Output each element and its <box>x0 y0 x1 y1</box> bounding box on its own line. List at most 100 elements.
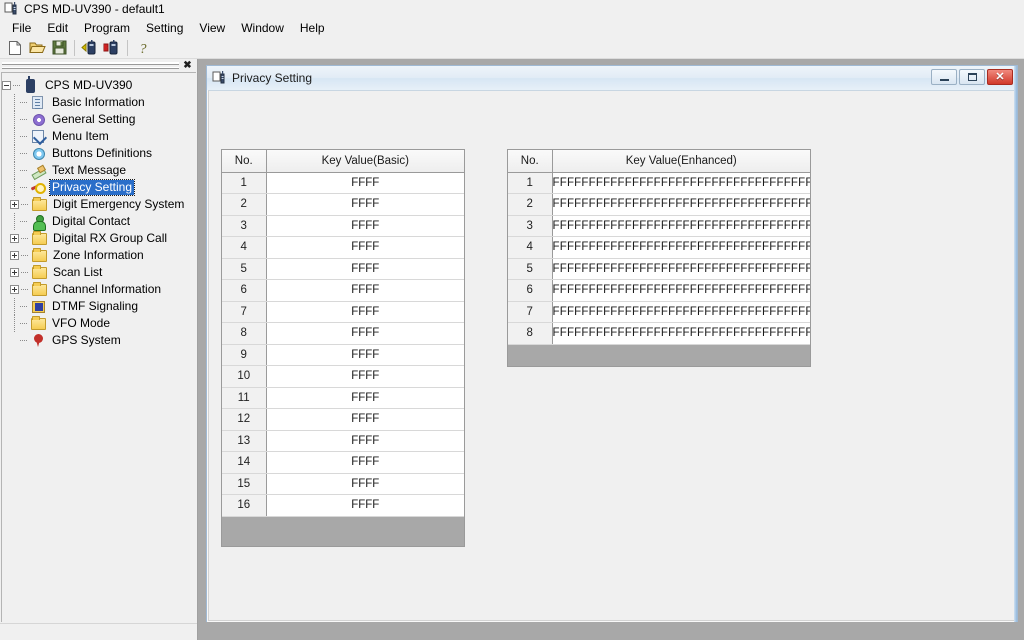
sidebar-item-basic-information[interactable]: Basic Information <box>2 94 196 111</box>
key-value-cell[interactable]: FFFF <box>266 430 464 452</box>
menu-setting[interactable]: Setting <box>138 19 191 37</box>
menu-view[interactable]: View <box>191 19 233 37</box>
key-value-cell[interactable]: FFFFFFFFFFFFFFFFFFFFFFFFFFFFFFFFFFFFFFFF <box>552 172 810 194</box>
sidebar-item-text-message[interactable]: Text Message <box>2 162 196 179</box>
close-icon[interactable]: ✖ <box>181 60 194 71</box>
key-value-cell[interactable]: FFFFFFFFFFFFFFFFFFFFFFFFFFFFFFFFFFFFFFFF <box>552 215 810 237</box>
sidebar-item-buttons-definitions[interactable]: Buttons Definitions <box>2 145 196 162</box>
write-to-radio-icon[interactable] <box>101 38 123 58</box>
table-row[interactable]: 4FFFF <box>222 237 464 259</box>
sidebar-drag-grip[interactable] <box>2 62 179 69</box>
row-number-cell[interactable]: 7 <box>508 301 552 323</box>
table-row[interactable]: 1FFFF <box>222 172 464 194</box>
key-value-cell[interactable]: FFFF <box>266 301 464 323</box>
key-value-cell[interactable]: FFFF <box>266 323 464 345</box>
row-number-cell[interactable]: 11 <box>222 387 266 409</box>
table-row[interactable]: 1FFFFFFFFFFFFFFFFFFFFFFFFFFFFFFFFFFFFFFF… <box>508 172 810 194</box>
row-number-cell[interactable]: 6 <box>222 280 266 302</box>
table-row[interactable]: 7FFFF <box>222 301 464 323</box>
row-number-cell[interactable]: 4 <box>508 237 552 259</box>
collapse-toggle-icon[interactable] <box>2 81 11 90</box>
row-number-cell[interactable]: 2 <box>222 194 266 216</box>
row-number-cell[interactable]: 9 <box>222 344 266 366</box>
row-number-cell[interactable]: 4 <box>222 237 266 259</box>
menu-edit[interactable]: Edit <box>39 19 76 37</box>
row-number-cell[interactable]: 8 <box>508 323 552 345</box>
row-number-cell[interactable]: 12 <box>222 409 266 431</box>
sidebar-item-scan-list[interactable]: Scan List <box>2 264 196 281</box>
sidebar-item-dtmf-signaling[interactable]: DTMF Signaling <box>2 298 196 315</box>
expand-toggle-icon[interactable] <box>10 285 19 294</box>
minimize-button[interactable] <box>931 69 957 85</box>
sidebar-item-menu-item[interactable]: Menu Item <box>2 128 196 145</box>
privacy-basic-table[interactable]: No. Key Value(Basic) 1FFFF2FFFF3FFFF4FFF… <box>221 149 465 547</box>
row-number-cell[interactable]: 7 <box>222 301 266 323</box>
row-number-cell[interactable]: 14 <box>222 452 266 474</box>
new-file-icon[interactable] <box>4 38 26 58</box>
row-number-cell[interactable]: 15 <box>222 473 266 495</box>
key-value-cell[interactable]: FFFF <box>266 366 464 388</box>
read-from-radio-icon[interactable] <box>79 38 101 58</box>
privacy-enhanced-table[interactable]: No. Key Value(Enhanced) 1FFFFFFFFFFFFFFF… <box>507 149 811 367</box>
sidebar-item-channel-information[interactable]: Channel Information <box>2 281 196 298</box>
table-row[interactable]: 5FFFF <box>222 258 464 280</box>
menu-file[interactable]: File <box>4 19 39 37</box>
key-value-cell[interactable]: FFFF <box>266 344 464 366</box>
open-file-icon[interactable] <box>26 38 48 58</box>
row-number-cell[interactable]: 1 <box>508 172 552 194</box>
table-row[interactable]: 2FFFF <box>222 194 464 216</box>
sidebar-item-gps-system[interactable]: GPS System <box>2 332 196 349</box>
key-value-cell[interactable]: FFFF <box>266 194 464 216</box>
key-value-cell[interactable]: FFFFFFFFFFFFFFFFFFFFFFFFFFFFFFFFFFFFFFFF <box>552 280 810 302</box>
sidebar-item-vfo-mode[interactable]: VFO Mode <box>2 315 196 332</box>
table-row[interactable]: 4FFFFFFFFFFFFFFFFFFFFFFFFFFFFFFFFFFFFFFF… <box>508 237 810 259</box>
table-row[interactable]: 3FFFFFFFFFFFFFFFFFFFFFFFFFFFFFFFFFFFFFFF… <box>508 215 810 237</box>
tree-root-node[interactable]: CPS MD-UV390 <box>2 77 196 94</box>
key-value-cell[interactable]: FFFFFFFFFFFFFFFFFFFFFFFFFFFFFFFFFFFFFFFF <box>552 194 810 216</box>
column-header-key-value-basic[interactable]: Key Value(Basic) <box>266 150 464 172</box>
table-row[interactable]: 9FFFF <box>222 344 464 366</box>
key-value-cell[interactable]: FFFF <box>266 452 464 474</box>
table-row[interactable]: 14FFFF <box>222 452 464 474</box>
row-number-cell[interactable]: 3 <box>508 215 552 237</box>
privacy-window-title-bar[interactable]: Privacy Setting ✕ <box>207 66 1017 90</box>
table-row[interactable]: 6FFFFFFFFFFFFFFFFFFFFFFFFFFFFFFFFFFFFFFF… <box>508 280 810 302</box>
menu-help[interactable]: Help <box>292 19 333 37</box>
save-file-icon[interactable] <box>48 38 70 58</box>
expand-toggle-icon[interactable] <box>10 234 19 243</box>
maximize-button[interactable] <box>959 69 985 85</box>
menu-program[interactable]: Program <box>76 19 138 37</box>
table-row[interactable]: 10FFFF <box>222 366 464 388</box>
close-button[interactable]: ✕ <box>987 69 1013 85</box>
key-value-cell[interactable]: FFFF <box>266 473 464 495</box>
column-header-no[interactable]: No. <box>508 150 552 172</box>
table-row[interactable]: 2FFFFFFFFFFFFFFFFFFFFFFFFFFFFFFFFFFFFFFF… <box>508 194 810 216</box>
key-value-cell[interactable]: FFFFFFFFFFFFFFFFFFFFFFFFFFFFFFFFFFFFFFFF <box>552 258 810 280</box>
row-number-cell[interactable]: 5 <box>222 258 266 280</box>
key-value-cell[interactable]: FFFF <box>266 495 464 517</box>
table-row[interactable]: 7FFFFFFFFFFFFFFFFFFFFFFFFFFFFFFFFFFFFFFF… <box>508 301 810 323</box>
table-row[interactable]: 15FFFF <box>222 473 464 495</box>
key-value-cell[interactable]: FFFF <box>266 172 464 194</box>
key-value-cell[interactable]: FFFF <box>266 237 464 259</box>
key-value-cell[interactable]: FFFF <box>266 387 464 409</box>
row-number-cell[interactable]: 5 <box>508 258 552 280</box>
row-number-cell[interactable]: 3 <box>222 215 266 237</box>
row-number-cell[interactable]: 10 <box>222 366 266 388</box>
table-row[interactable]: 13FFFF <box>222 430 464 452</box>
key-value-cell[interactable]: FFFFFFFFFFFFFFFFFFFFFFFFFFFFFFFFFFFFFFFF <box>552 301 810 323</box>
expand-toggle-icon[interactable] <box>10 268 19 277</box>
sidebar-item-privacy-setting[interactable]: Privacy Setting <box>2 179 196 196</box>
sidebar-item-general-setting[interactable]: General Setting <box>2 111 196 128</box>
table-row[interactable]: 5FFFFFFFFFFFFFFFFFFFFFFFFFFFFFFFFFFFFFFF… <box>508 258 810 280</box>
table-row[interactable]: 16FFFF <box>222 495 464 517</box>
key-value-cell[interactable]: FFFF <box>266 280 464 302</box>
table-row[interactable]: 6FFFF <box>222 280 464 302</box>
table-row[interactable]: 8FFFFFFFFFFFFFFFFFFFFFFFFFFFFFFFFFFFFFFF… <box>508 323 810 345</box>
key-value-cell[interactable]: FFFF <box>266 258 464 280</box>
help-about-icon[interactable]: ? <box>132 38 154 58</box>
column-header-key-value-enhanced[interactable]: Key Value(Enhanced) <box>552 150 810 172</box>
table-row[interactable]: 11FFFF <box>222 387 464 409</box>
table-row[interactable]: 8FFFF <box>222 323 464 345</box>
row-number-cell[interactable]: 6 <box>508 280 552 302</box>
